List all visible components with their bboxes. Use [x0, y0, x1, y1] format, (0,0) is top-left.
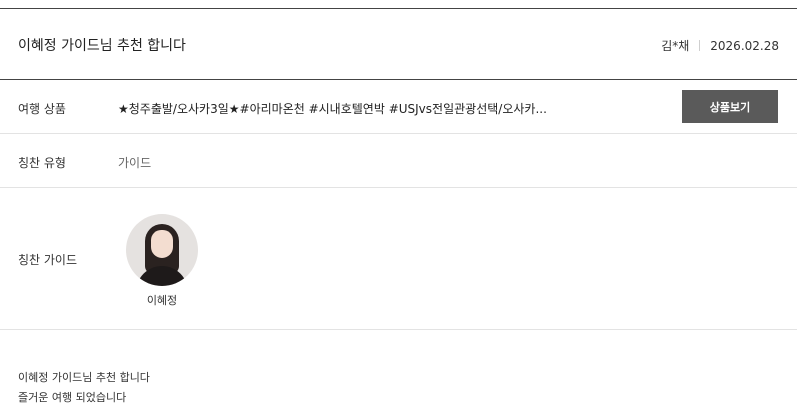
guide-name: 이혜정: [146, 294, 178, 307]
review-body: 이혜정 가이드님 추천 합니다 즐거운 여행 되었습니다: [18, 368, 150, 408]
praise-type-row: 칭찬 유형 가이드: [0, 134, 797, 188]
meta-divider: [699, 40, 701, 51]
avatar-shoulders: [136, 266, 188, 286]
review-date: 2026.02.28: [710, 39, 779, 53]
guide-avatar: [126, 214, 198, 286]
praise-guide-label: 칭찬 가이드: [18, 253, 78, 267]
review-header: 이혜정 가이드님 추천 합니다 김*채 2026.02.28: [0, 8, 797, 80]
review-meta: 김*채 2026.02.28: [661, 37, 779, 54]
travel-product-link[interactable]: ★청주출발/오사카3일★#아리마온천 #시내호텔연박 #USJvs전일관광선택/…: [118, 100, 547, 117]
review-author: 김*채: [661, 39, 690, 53]
review-detail: 이혜정 가이드님 추천 합니다 김*채 2026.02.28 여행 상품 ★청주출…: [0, 0, 797, 418]
avatar-face: [151, 230, 173, 258]
travel-product-label: 여행 상품: [18, 102, 66, 116]
review-body-line: 즐거운 여행 되었습니다: [18, 391, 127, 404]
guide-card[interactable]: 이혜정: [126, 214, 198, 308]
praise-guide-row: 칭찬 가이드 이혜정: [0, 188, 797, 330]
praise-type-value: 가이드: [118, 156, 152, 170]
review-title: 이혜정 가이드님 추천 합니다: [18, 38, 186, 54]
view-product-button[interactable]: 상품보기: [682, 90, 778, 123]
review-body-line: 이혜정 가이드님 추천 합니다: [18, 371, 150, 384]
travel-product-row: 여행 상품 ★청주출발/오사카3일★#아리마온천 #시내호텔연박 #USJvs전…: [0, 80, 797, 134]
praise-type-label: 칭찬 유형: [18, 156, 66, 170]
